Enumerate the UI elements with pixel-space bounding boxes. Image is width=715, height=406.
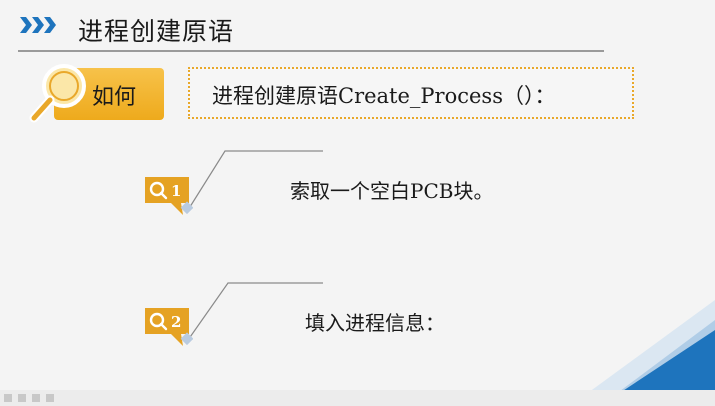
- player-controls: [0, 390, 715, 406]
- slide-title: 进程创建原语: [78, 17, 235, 46]
- search-badge-icon: [145, 177, 193, 215]
- search-badge-icon: [145, 308, 193, 346]
- title-divider: [18, 50, 604, 52]
- step-1-number: 1: [171, 182, 182, 200]
- how-text: 进程创建原语Create_Process（）：: [212, 84, 556, 108]
- magnifier-icon: [29, 64, 86, 123]
- step-1-text: 索取一个空白PCB块。: [290, 179, 494, 203]
- triple-chevron-icon: [20, 17, 56, 33]
- slide: 进程创建原语 如何 进程创建原语Create_Process（）： 1 索取一个…: [0, 0, 715, 406]
- step-2-text: 填入进程信息：: [305, 311, 445, 335]
- step-2-number: 2: [171, 313, 182, 331]
- how-label: 如何: [92, 85, 137, 110]
